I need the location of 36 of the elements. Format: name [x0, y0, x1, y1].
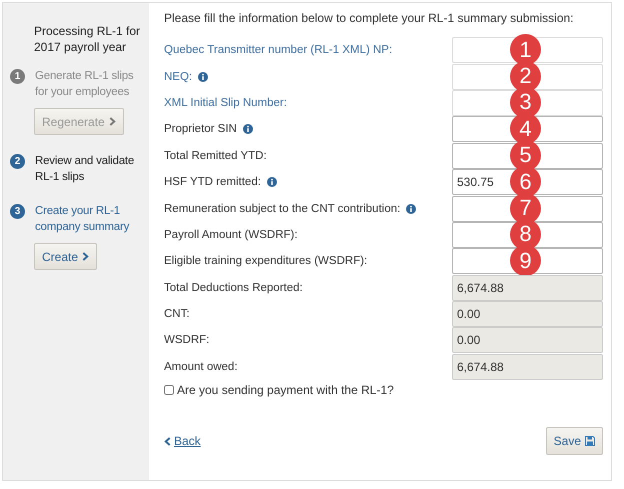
input-field[interactable]: 0.00	[452, 301, 603, 328]
input-field[interactable]: 0.00	[452, 327, 603, 354]
payment-checkbox[interactable]	[164, 385, 174, 396]
chevron-left-icon	[164, 436, 171, 446]
step-label[interactable]: Review and validate RL-1 slips	[35, 153, 147, 185]
step-number: 3	[10, 204, 25, 219]
info-icon[interactable]	[266, 177, 277, 188]
field-label: Eligible training expenditures (WSDRF):	[164, 255, 368, 268]
field-label: Total Deductions Reported:	[164, 282, 303, 294]
step-number: 2	[10, 154, 25, 169]
chevron-right-icon	[82, 252, 90, 261]
checkbox-label: Are you sending payment with the RL-1?	[177, 383, 394, 398]
sidebar-title: Processing RL-1 for 2017 payroll year	[34, 23, 142, 55]
step-label[interactable]: Create your RL-1 company summary	[35, 203, 147, 235]
field-label: CNT:	[164, 308, 190, 320]
input-field[interactable]: 6,674.88	[452, 354, 603, 380]
back-link[interactable]: Back	[164, 434, 201, 448]
form-intro: Please fill the information below to complete your RL-1 summary submission:	[164, 11, 575, 25]
field-label: WSDRF:	[164, 334, 210, 346]
field-label: NEQ:	[164, 70, 192, 83]
chevron-right-icon	[108, 117, 116, 126]
step-number: 1	[10, 69, 25, 84]
save-button[interactable]: Save	[546, 427, 603, 456]
field-label: Total Remitted YTD:	[164, 150, 267, 162]
field-label: Amount owed:	[164, 360, 238, 373]
field-label: Payroll Amount (WSDRF):	[164, 228, 298, 241]
step-button[interactable]: Create	[34, 243, 98, 270]
field-label: Proprietor SIN	[164, 123, 237, 136]
field-label: XML Initial Slip Number:	[164, 96, 287, 109]
field-label: HSF YTD remitted:	[164, 176, 261, 188]
info-icon[interactable]	[406, 204, 416, 214]
info-icon[interactable]	[242, 124, 253, 134]
input-field[interactable]: 6,674.88	[452, 274, 603, 301]
info-icon[interactable]	[198, 72, 208, 82]
field-label: Remuneration subject to the CNT contribution:	[164, 202, 400, 215]
field-label: Quebec Transmitter number (RL-1 XML) NP:	[164, 44, 392, 56]
